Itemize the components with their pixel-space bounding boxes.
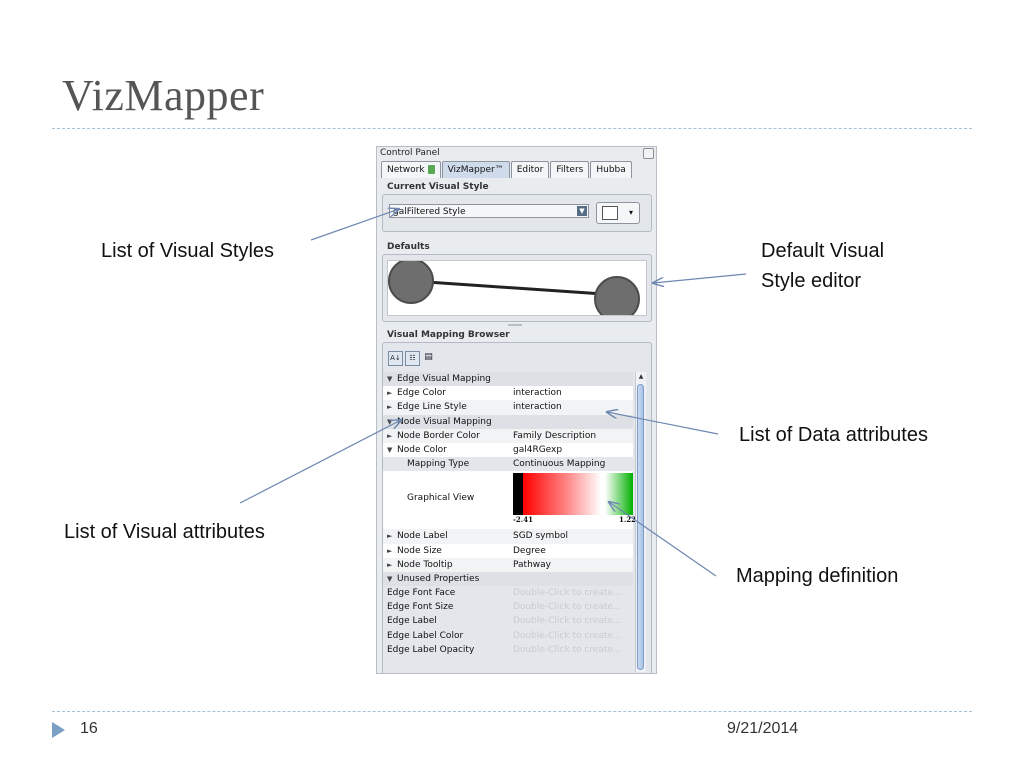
arrow-mapping-definition bbox=[609, 502, 717, 577]
arrow-data-attributes bbox=[607, 412, 719, 435]
arrow-default-editor bbox=[653, 273, 747, 283]
callout-arrows bbox=[239, 0, 747, 577]
arrow-visual-styles bbox=[310, 209, 399, 241]
arrow-visual-attributes bbox=[239, 420, 401, 504]
